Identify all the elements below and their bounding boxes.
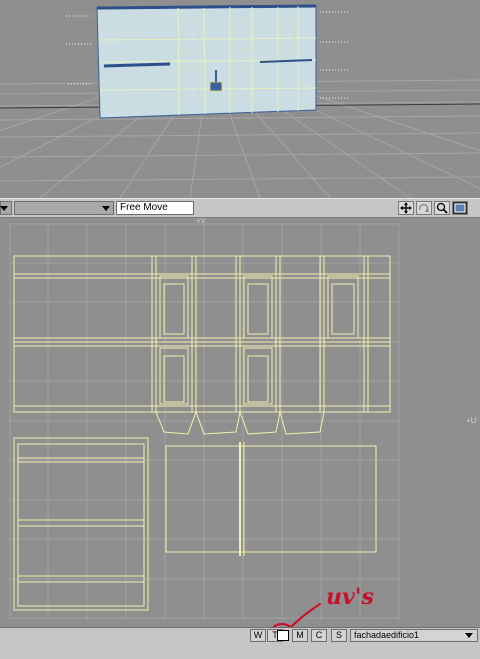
uv-grid — [9, 223, 400, 620]
view-type-dropdown[interactable] — [14, 201, 114, 215]
uv-map-name: fachadaedificio1 — [354, 630, 420, 640]
dropdown-arrow-icon — [102, 206, 110, 211]
uv-island-facade[interactable] — [13, 255, 391, 435]
c-button[interactable]: C — [311, 629, 327, 642]
uv-layout — [9, 223, 400, 620]
w-button[interactable]: W — [250, 629, 266, 642]
texture-toggle-checkbox[interactable] — [277, 630, 289, 641]
view-menu-dropdown[interactable] — [0, 201, 12, 215]
zoom-icon — [436, 202, 448, 214]
bottom-strip — [0, 643, 480, 659]
dropdown-arrow-icon — [465, 633, 473, 638]
status-bar: W T M C S fachadaedificio1 — [0, 627, 480, 643]
move-icon — [400, 202, 412, 214]
fit-icon — [454, 203, 466, 213]
perspective-viewport[interactable] — [0, 0, 480, 198]
dropdown-arrow-icon — [0, 206, 8, 211]
axis-u-label: +U — [466, 416, 477, 425]
uv-island-side[interactable] — [13, 437, 149, 611]
uv-toolbar: Free Move — [0, 198, 480, 218]
edit-mode-field[interactable]: Free Move — [116, 201, 194, 215]
rotate-icon — [419, 203, 429, 212]
perspective-scene — [0, 4, 480, 198]
move-view-button[interactable] — [398, 201, 414, 215]
axis-v-label: +V — [196, 218, 207, 225]
uv-map-select[interactable]: fachadaedificio1 — [350, 629, 478, 642]
building-model[interactable] — [96, 4, 317, 119]
zoom-view-button[interactable] — [434, 201, 450, 215]
fit-view-button[interactable] — [452, 201, 468, 215]
rotate-view-button[interactable] — [416, 201, 432, 215]
s-button[interactable]: S — [331, 629, 347, 642]
m-button[interactable]: M — [292, 629, 308, 642]
uv-editor-viewport[interactable]: +V +U — [0, 218, 480, 627]
